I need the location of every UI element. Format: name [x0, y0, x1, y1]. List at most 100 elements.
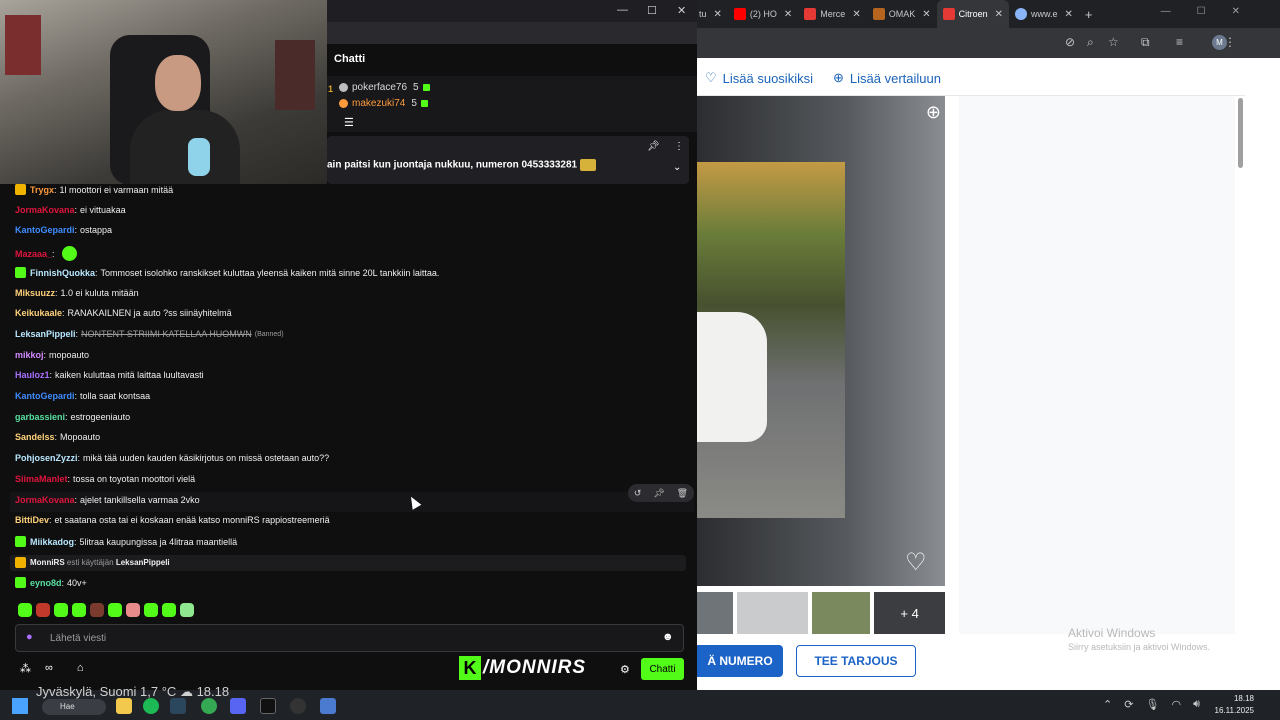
show-number-button[interactable]: Ä NUMERO — [697, 645, 783, 677]
image-gallery[interactable]: ⊕ ♡ — [697, 96, 945, 586]
chevron-up-icon[interactable]: ⌃ — [1103, 698, 1112, 711]
chat-message[interactable]: KantoGepardi: tolla saat kontsaa — [15, 391, 150, 401]
calculator-icon[interactable] — [320, 698, 336, 714]
chat-message[interactable]: PohjosenZyzzi: mikä tää uuden kauden käsi… — [15, 453, 329, 463]
weather-widget[interactable]: Jyväskylä, Suomi 1,7 °C ☁ 18.18 — [36, 684, 229, 700]
chat-username[interactable]: KantoGepardi — [15, 225, 75, 235]
more-thumbnails[interactable]: + 4 — [874, 592, 945, 634]
maximize-icon[interactable]: ☐ — [647, 4, 657, 17]
eye-off-icon[interactable]: ⊘ — [1065, 35, 1075, 49]
chat-username[interactable]: garbassieni — [15, 412, 65, 422]
pinned-message[interactable]: ain paitsi kun juontaja nukkuu, numeron … — [327, 136, 689, 184]
media-icon[interactable]: ≡ — [1176, 35, 1183, 49]
chat-message[interactable]: SiimaManlet: tossa on toyotan moottori vi… — [15, 474, 195, 484]
chat-username[interactable]: SiimaManlet — [15, 474, 68, 484]
chevron-down-icon[interactable]: ⌄ — [673, 162, 681, 173]
app-icon[interactable] — [290, 698, 306, 714]
add-compare-link[interactable]: ⊕ Lisää vertailuun — [833, 70, 941, 86]
emote[interactable] — [36, 603, 50, 617]
close-icon[interactable]: ✕ — [852, 9, 860, 20]
chrome-icon[interactable] — [201, 698, 217, 714]
chat-username[interactable]: Hauloz1 — [15, 370, 50, 380]
chat-message[interactable]: Hauloz1: kaiken kuluttaa mitä laittaa luu… — [15, 370, 204, 380]
close-window-icon[interactable]: ✕ — [1232, 6, 1240, 17]
chat-username[interactable]: KantoGepardi — [15, 391, 75, 401]
leaderboard-entry[interactable]: makezuki74 5 — [339, 98, 428, 109]
close-icon[interactable]: ✕ — [922, 9, 930, 20]
browser-tab-active[interactable]: Citroen ✕ — [936, 0, 1010, 28]
chat-username[interactable]: MonniRS — [30, 558, 65, 567]
chat-send-button[interactable]: Chatti — [641, 658, 684, 680]
chat-username[interactable]: LeksanPippeli — [15, 329, 76, 339]
store-icon[interactable]: ⌂ — [77, 662, 84, 675]
chat-username[interactable]: Sandelss — [15, 432, 55, 442]
zoom-in-icon[interactable]: ⊕ — [926, 102, 941, 123]
thumbnail[interactable] — [736, 592, 808, 634]
wifi-icon[interactable]: ◠ — [1171, 698, 1181, 711]
taskbar-search[interactable]: Hae — [42, 699, 106, 715]
target-username[interactable]: LeksanPippeli — [116, 558, 170, 567]
chat-username[interactable]: eyno8d — [30, 578, 62, 588]
chat-username[interactable]: JormaKovana — [15, 495, 75, 505]
chat-message[interactable]: FinnishQuokka: Tommoset isolohko ranskiks… — [15, 267, 439, 278]
emote[interactable] — [180, 603, 194, 617]
zoom-icon[interactable]: ⌕ — [1087, 35, 1094, 50]
chat-input[interactable]: Lähetä viesti — [15, 624, 684, 652]
pin-icon[interactable]: 📌︎ — [653, 488, 664, 499]
emote[interactable] — [18, 603, 32, 617]
make-offer-button[interactable]: TEE TARJOUS — [796, 645, 916, 677]
maximize-icon[interactable]: ☐ — [1197, 6, 1206, 17]
minimize-icon[interactable]: — — [617, 4, 628, 16]
chat-message[interactable]: Keikukaale: RANAKAILNEN ja auto ?ss siinä… — [15, 308, 232, 318]
star-icon[interactable]: ☆ — [1108, 35, 1119, 49]
chat-username[interactable]: FinnishQuokka — [30, 268, 95, 278]
close-icon[interactable]: ✕ — [1065, 9, 1073, 20]
chat-message[interactable]: Mazaaa_: — [15, 246, 77, 261]
filter-icon[interactable]: ☰ — [344, 116, 354, 129]
add-favorite-link[interactable]: ♡ Lisää suosikiksi — [705, 70, 813, 86]
chat-username[interactable]: Mazaaa_ — [15, 249, 52, 259]
infinity-icon[interactable]: ∞ — [45, 662, 53, 675]
browser-tab[interactable]: www.e ✕ — [1009, 0, 1079, 28]
emote[interactable] — [108, 603, 122, 617]
chat-message[interactable]: JormaKovana: ajelet tankillsella varmaa 2… — [15, 495, 200, 505]
users-icon[interactable]: ⁂ — [20, 662, 31, 675]
close-icon[interactable]: ✕ — [714, 9, 722, 20]
microphone-icon[interactable]: 🎙︎ — [1145, 698, 1159, 711]
emote[interactable] — [72, 603, 86, 617]
sync-icon[interactable]: ⟳ — [1124, 698, 1133, 711]
file-explorer-icon[interactable] — [116, 698, 132, 714]
more-options-icon[interactable]: ⋮ — [674, 141, 684, 152]
chat-message[interactable]: mikkoj: mopoauto — [15, 350, 89, 360]
obs-icon[interactable] — [260, 698, 276, 714]
delete-icon[interactable]: 🗑︎ — [677, 488, 688, 499]
windows-start-icon[interactable] — [12, 698, 28, 714]
leaderboard-entry[interactable]: pokerface76 5 — [339, 82, 430, 93]
discord-icon[interactable] — [230, 698, 246, 714]
chat-username[interactable]: Keikukaale — [15, 308, 62, 318]
browser-tab[interactable]: (2) HO ✕ — [728, 0, 798, 28]
mod-action-message[interactable]: MonniRS esti käyttäjän LeksanPippeli — [15, 557, 170, 568]
chat-message[interactable]: JormaKovana: ei vittuakaa — [15, 205, 126, 215]
reply-icon[interactable]: ↺ — [634, 488, 642, 499]
volume-icon[interactable]: 🔊︎ — [1193, 698, 1200, 711]
emote[interactable] — [144, 603, 158, 617]
chat-username[interactable]: BittiDev — [15, 515, 49, 525]
close-icon[interactable]: ✕ — [995, 9, 1003, 20]
thumbnail[interactable] — [697, 592, 733, 634]
spotify-icon[interactable] — [143, 698, 159, 714]
heart-icon[interactable]: ♡ — [905, 548, 927, 577]
browser-tab[interactable]: Merce ✕ — [798, 0, 866, 28]
emote[interactable] — [126, 603, 140, 617]
emote[interactable] — [54, 603, 68, 617]
browser-tab[interactable]: tu ✕ — [697, 0, 728, 28]
minimize-icon[interactable]: — — [1161, 6, 1171, 17]
chat-message[interactable]: LeksanPippeli: NONTENT STRIIMI KATELLAA H… — [15, 329, 284, 339]
emote[interactable] — [162, 603, 176, 617]
chat-username[interactable]: PohjosenZyzzi — [15, 453, 78, 463]
chat-message[interactable]: KantoGepardi: ostappa — [15, 225, 112, 235]
emoji-picker-icon[interactable]: ☻ — [662, 631, 674, 643]
chat-message[interactable]: BittiDev: et saatana osta tai ei koskaan … — [15, 515, 330, 525]
scrollbar[interactable] — [1235, 96, 1245, 690]
chat-username[interactable]: JormaKovana — [15, 205, 75, 215]
